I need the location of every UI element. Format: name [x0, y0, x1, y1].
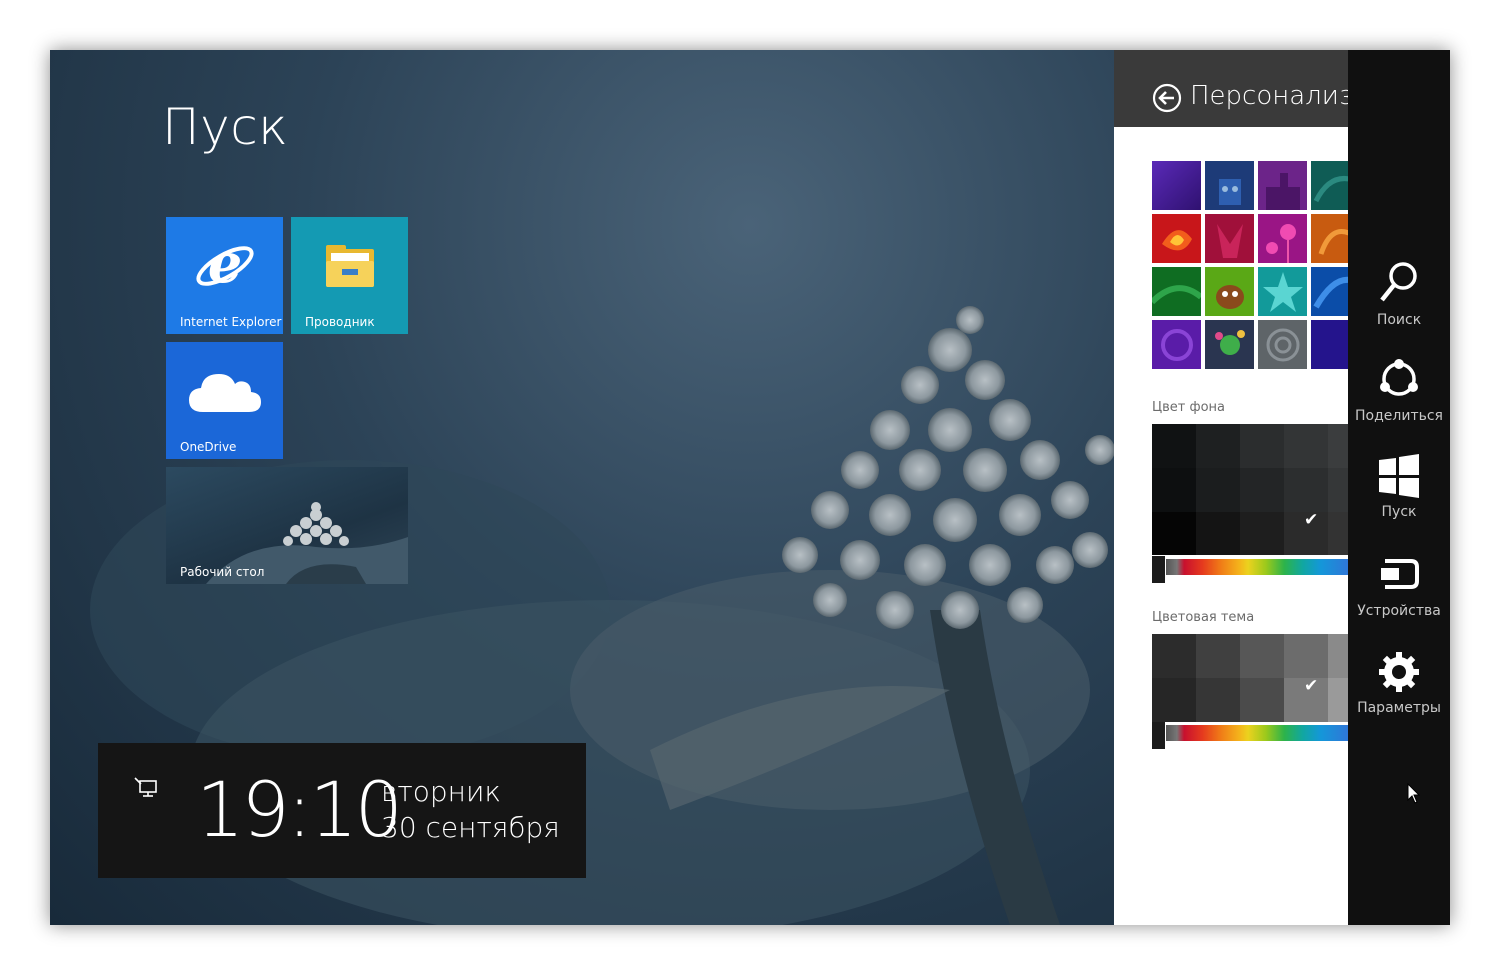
- charm-label: Параметры: [1357, 700, 1441, 716]
- background-color-label: Цвет фона: [1152, 400, 1225, 415]
- tile-file-explorer[interactable]: Проводник: [291, 217, 408, 334]
- pattern-option[interactable]: [1258, 320, 1307, 369]
- slider-thumb[interactable]: [1152, 556, 1165, 583]
- background-pattern-grid: [1152, 161, 1348, 373]
- pattern-option[interactable]: [1258, 267, 1307, 316]
- share-icon: [1380, 359, 1418, 396]
- tile-label: OneDrive: [180, 440, 237, 454]
- start-screen: Пуск e Internet Explorer Проводник OneDr…: [50, 50, 1450, 925]
- color-theme-picker[interactable]: ✔: [1152, 634, 1348, 722]
- cloud-icon: [188, 374, 261, 413]
- pattern-option[interactable]: [1258, 161, 1307, 210]
- pattern-option[interactable]: [1205, 214, 1254, 263]
- charm-label: Пуск: [1381, 504, 1417, 520]
- windows-logo-icon: [1379, 454, 1419, 498]
- tile-label: Рабочий стол: [180, 565, 265, 579]
- charm-search[interactable]: Поиск: [1348, 260, 1450, 328]
- start-title: Пуск: [162, 98, 289, 156]
- pattern-option[interactable]: [1152, 161, 1201, 210]
- charm-label: Поиск: [1376, 312, 1422, 328]
- pattern-option[interactable]: [1311, 214, 1348, 263]
- charm-label: Устройства: [1357, 603, 1441, 619]
- tile-onedrive[interactable]: OneDrive: [166, 342, 283, 459]
- selected-check-icon: ✔: [1304, 676, 1319, 696]
- pattern-option[interactable]: [1205, 267, 1254, 316]
- charms-bar: Поиск Поделиться Пуск Устройства Парамет…: [1348, 50, 1450, 925]
- personalization-pane: Персонализа: [1114, 50, 1348, 925]
- svg-text:e: e: [207, 234, 241, 295]
- selected-check-icon: ✔: [1304, 510, 1319, 530]
- charm-settings[interactable]: Параметры: [1348, 650, 1450, 716]
- slider-thumb[interactable]: [1152, 722, 1165, 749]
- clock-date: 30 сентября: [381, 811, 560, 844]
- tile-label: Internet Explorer: [180, 315, 282, 329]
- pane-title: Персонализа: [1190, 81, 1348, 111]
- pattern-option[interactable]: [1311, 267, 1348, 316]
- charm-start[interactable]: Пуск: [1348, 454, 1450, 520]
- background-hue-slider[interactable]: [1152, 556, 1348, 583]
- mouse-cursor-icon: [1407, 783, 1421, 804]
- tile-desktop[interactable]: Рабочий стол: [166, 467, 408, 584]
- pattern-option[interactable]: [1205, 161, 1254, 210]
- network-icon: [134, 777, 157, 797]
- tile-internet-explorer[interactable]: e Internet Explorer: [166, 217, 283, 334]
- theme-hue-slider[interactable]: [1152, 722, 1348, 749]
- gear-icon: [1379, 652, 1419, 692]
- clock-day: вторник: [381, 775, 502, 808]
- pattern-option[interactable]: [1152, 320, 1201, 369]
- pattern-option[interactable]: [1258, 214, 1307, 263]
- pattern-option[interactable]: [1152, 214, 1201, 263]
- pattern-option[interactable]: [1311, 161, 1348, 210]
- tile-label: Проводник: [305, 315, 375, 329]
- clock-panel: 19:10 вторник 30 сентября: [98, 743, 586, 878]
- color-theme-label: Цветовая тема: [1152, 610, 1255, 625]
- clock-time: 19:10: [196, 765, 403, 854]
- devices-icon: [1381, 559, 1419, 589]
- pattern-option[interactable]: [1311, 320, 1348, 369]
- charm-devices[interactable]: Устройства: [1348, 553, 1450, 619]
- internet-explorer-icon: e: [195, 234, 254, 295]
- charm-label: Поделиться: [1355, 408, 1443, 424]
- folder-icon: [325, 245, 374, 288]
- pattern-option[interactable]: [1152, 267, 1201, 316]
- charm-share[interactable]: Поделиться: [1348, 356, 1450, 424]
- pattern-option[interactable]: [1205, 320, 1254, 369]
- back-arrow-icon[interactable]: [1152, 83, 1182, 113]
- background-color-picker[interactable]: ✔: [1152, 424, 1348, 555]
- search-icon: [1380, 262, 1417, 302]
- pane-header: Персонализа: [1114, 50, 1348, 127]
